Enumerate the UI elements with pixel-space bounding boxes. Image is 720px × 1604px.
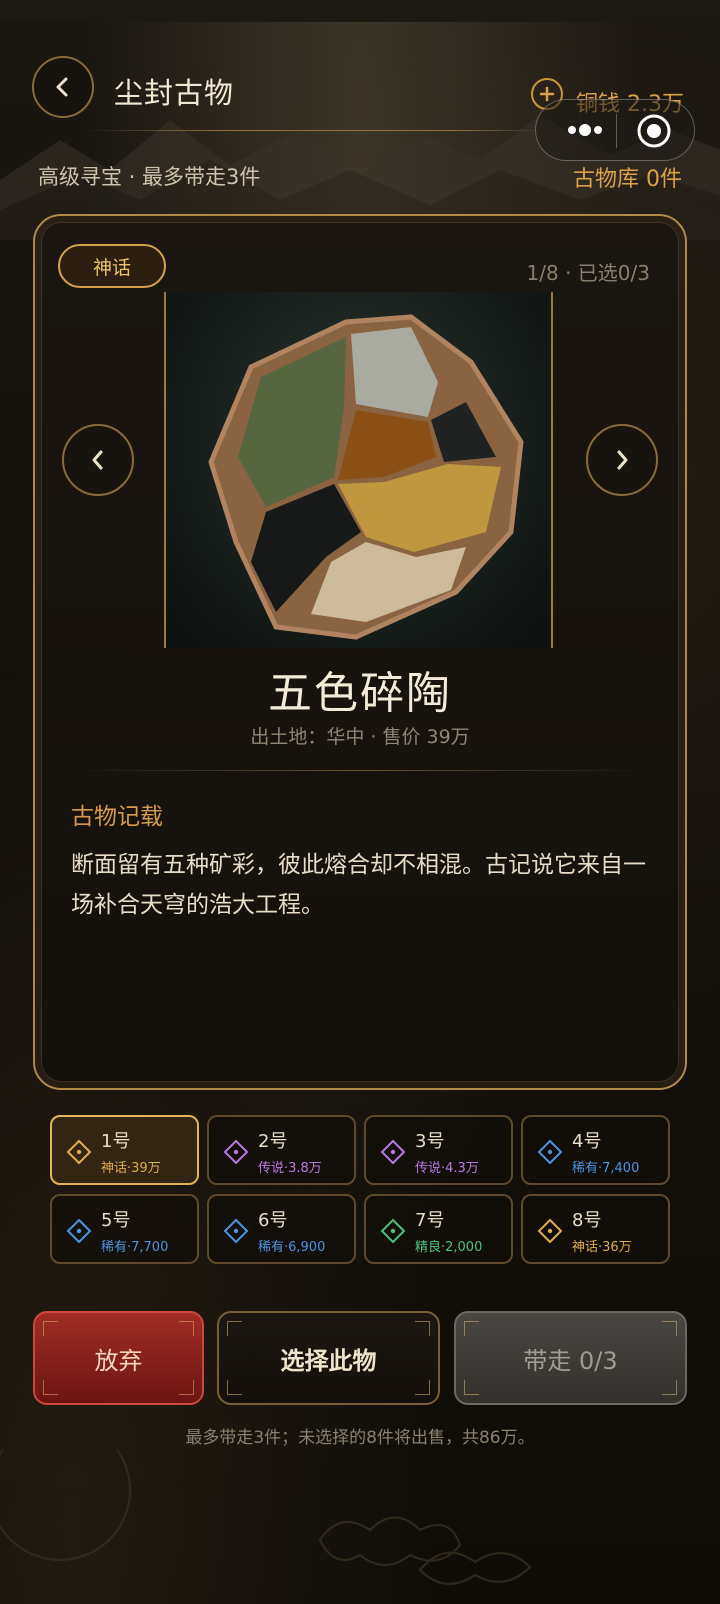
slot-6[interactable]: 6号 稀有·6,900: [207, 1194, 356, 1264]
slot-rarity-price: 稀有·6,900: [258, 1240, 326, 1255]
button-corner: [43, 1380, 58, 1395]
slot-4[interactable]: 4号 稀有·7,400: [521, 1115, 670, 1185]
take-label: 带走 0/3: [523, 1346, 618, 1375]
back-arrow-icon: [56, 77, 68, 97]
button-corner: [179, 1321, 194, 1336]
diamond-icon: [537, 1139, 563, 1165]
cloud-ornament: [0, 1450, 532, 1585]
pottery-shard-image: [208, 314, 524, 640]
diamond-icon: [223, 1139, 249, 1165]
diamond-icon: [66, 1139, 92, 1165]
footer-note: 最多带走3件；未选择的8件将出售，共86万。: [185, 1428, 535, 1448]
button-corner: [227, 1321, 242, 1336]
selection-counter: 1/8 · 已选0/3: [526, 261, 650, 285]
diamond-icon: [380, 1218, 406, 1244]
chevron-right-icon: [617, 450, 628, 470]
button-corner: [662, 1321, 677, 1336]
slot-rarity-price: 传说·4.3万: [415, 1161, 479, 1176]
slot-number: 3号: [415, 1131, 445, 1152]
slot-number: 7号: [415, 1210, 445, 1231]
take-button[interactable]: 带走 0/3: [454, 1311, 687, 1405]
item-meta: 出土地：华中 · 售价 39万: [250, 726, 470, 748]
slot-number: 4号: [572, 1131, 602, 1152]
slot-5[interactable]: 5号 稀有·7,700: [50, 1194, 199, 1264]
button-corner: [179, 1380, 194, 1395]
button-corner: [464, 1321, 479, 1336]
slot-number: 8号: [572, 1210, 602, 1231]
select-label: 选择此物: [280, 1346, 377, 1375]
button-corner: [415, 1321, 430, 1336]
capsule-divider: [616, 114, 617, 148]
next-item-button[interactable]: [586, 424, 658, 496]
slot-rarity-price: 神话·36万: [572, 1240, 632, 1255]
status-strip: [0, 0, 720, 22]
prev-item-button[interactable]: [62, 424, 134, 496]
chevron-left-icon: [92, 450, 103, 470]
slot-rarity-price: 传说·3.8万: [258, 1161, 322, 1176]
header-divider: [84, 130, 544, 131]
more-button[interactable]: [555, 110, 615, 150]
abandon-button[interactable]: 放弃: [33, 1311, 204, 1405]
diamond-icon: [66, 1218, 92, 1244]
slot-rarity-price: 神话·39万: [101, 1161, 161, 1176]
slot-number: 1号: [101, 1131, 131, 1152]
abandon-label: 放弃: [94, 1346, 143, 1375]
button-corner: [662, 1380, 677, 1395]
slot-2[interactable]: 2号 传说·3.8万: [207, 1115, 356, 1185]
plus-icon: [539, 86, 555, 102]
page-title: 尘封古物: [114, 76, 235, 110]
subtitle: 高级寻宝 · 最多带走3件: [38, 165, 261, 189]
diamond-icon: [380, 1139, 406, 1165]
slot-number: 6号: [258, 1210, 288, 1231]
mini-program-capsule: [535, 99, 695, 161]
card-divider: [70, 770, 650, 771]
slot-7[interactable]: 7号 精良·2,000: [364, 1194, 513, 1264]
slot-3[interactable]: 3号 传说·4.3万: [364, 1115, 513, 1185]
item-name: 五色碎陶: [268, 668, 452, 719]
slot-1[interactable]: 1号 神话·39万: [50, 1115, 199, 1185]
item-image: [164, 292, 553, 648]
slot-rarity-price: 稀有·7,400: [572, 1161, 640, 1176]
button-corner: [43, 1321, 58, 1336]
slot-rarity-price: 稀有·7,700: [101, 1240, 169, 1255]
target-close-icon: [637, 114, 671, 148]
diamond-icon: [537, 1218, 563, 1244]
slot-rarity-price: 精良·2,000: [415, 1240, 483, 1255]
button-corner: [415, 1380, 430, 1395]
record-text: 断面留有五种矿彩，彼此熔合却不相混。古记说它来自一场补合天穹的浩大工程。: [71, 852, 646, 918]
slot-8[interactable]: 8号 神话·36万: [521, 1194, 670, 1264]
rarity-badge: 神话: [58, 244, 166, 288]
slot-number: 2号: [258, 1131, 288, 1152]
close-mini-program-button[interactable]: [634, 112, 674, 150]
record-title: 古物记载: [71, 804, 163, 830]
button-corner: [227, 1380, 242, 1395]
select-item-button[interactable]: 选择此物: [217, 1311, 440, 1405]
more-icon: [568, 124, 602, 136]
back-button[interactable]: [32, 56, 94, 118]
button-corner: [464, 1380, 479, 1395]
vault-link[interactable]: 古物库 0件: [573, 161, 682, 193]
diamond-icon: [223, 1218, 249, 1244]
slot-number: 5号: [101, 1210, 131, 1231]
